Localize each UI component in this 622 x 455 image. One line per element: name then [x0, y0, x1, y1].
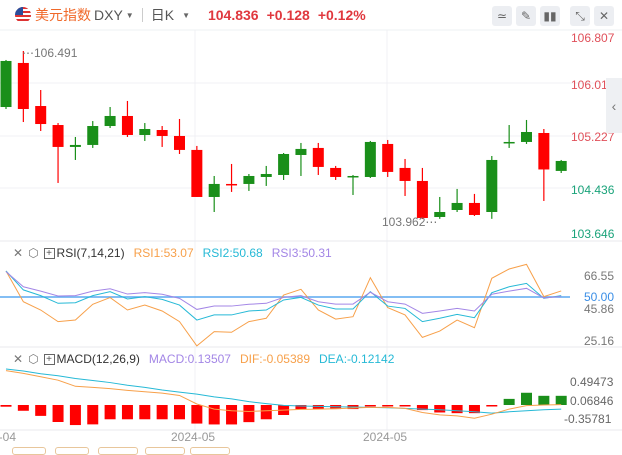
- candle-down: [416, 180, 428, 218]
- candle-down: [226, 183, 238, 186]
- rsi1-legend: RSI1:53.07: [133, 246, 194, 260]
- price-axis-label: 106.807: [571, 31, 615, 45]
- rsi2-legend: RSI2:50.68: [202, 246, 263, 260]
- macd-bar: [434, 405, 446, 413]
- candle-down: [312, 147, 324, 167]
- macd-header: ✕ ⬡ + MACD(12,26,9) MACD:0.13507 DIF:-0.…: [13, 352, 394, 366]
- candle-up: [364, 141, 376, 177]
- rsi-header: ✕ ⬡ + RSI(7,14,21) RSI1:53.07 RSI2:50.68…: [13, 246, 332, 260]
- candle-down: [17, 62, 29, 110]
- macd-axis-label: -0.35781: [564, 412, 612, 426]
- candle-up: [243, 175, 255, 184]
- candle-up: [0, 60, 12, 108]
- candle-up: [139, 129, 151, 135]
- bottom-button[interactable]: [190, 447, 230, 455]
- candle-down: [538, 132, 550, 170]
- macd-bar: [451, 405, 463, 414]
- rsi-line-rsi1: [5, 263, 562, 347]
- macd-bar: [69, 405, 81, 426]
- macd-bar: [17, 405, 29, 411]
- candle-down: [468, 202, 480, 215]
- macd-bar: [35, 405, 47, 416]
- expand-icon[interactable]: +: [43, 247, 55, 259]
- settings-icon[interactable]: ⬡: [28, 246, 38, 260]
- dif-legend: DIF:-0.05389: [239, 352, 311, 366]
- bottom-button[interactable]: [12, 447, 46, 455]
- macd-bar: [0, 405, 12, 407]
- rsi3-legend: RSI3:50.31: [271, 246, 332, 260]
- macd-bar: [312, 405, 324, 410]
- macd-bar: [121, 405, 133, 420]
- macd-bar: [226, 405, 238, 425]
- bottom-button[interactable]: [98, 447, 138, 455]
- macd-axis-label: 0.06846: [570, 394, 614, 408]
- candle-up: [208, 183, 220, 197]
- price-axis-label: 103.646: [571, 227, 615, 241]
- chart-canvas[interactable]: ⋯106.491103.962⋯106.807106.017105.227104…: [0, 0, 622, 452]
- macd-bar: [486, 405, 498, 407]
- candle-down: [52, 125, 64, 147]
- bottom-button[interactable]: [145, 447, 185, 455]
- candle-down: [382, 143, 394, 172]
- candle-down: [330, 167, 342, 177]
- candle-up: [451, 202, 463, 210]
- candle-up: [486, 159, 498, 212]
- bottom-button[interactable]: [55, 447, 89, 455]
- candle-up: [347, 175, 359, 178]
- x-axis-label: 4-04: [0, 430, 16, 444]
- macd-axis-label: 0.49473: [570, 375, 614, 389]
- macd-bar: [260, 405, 272, 420]
- macd-bar: [364, 405, 376, 407]
- candle-down: [399, 167, 411, 181]
- macd-bar: [382, 405, 394, 407]
- macd-bar: [538, 395, 550, 405]
- candle-up: [555, 160, 567, 171]
- rsi-title: RSI(7,14,21): [56, 246, 125, 260]
- macd-title: MACD(12,26,9): [56, 352, 140, 366]
- x-axis-label: 2024-05: [171, 430, 215, 444]
- macd-bar: [191, 405, 203, 424]
- rsi-axis-label: 45.86: [584, 302, 614, 316]
- candle-down: [191, 149, 203, 197]
- min-price-label: 103.962⋯: [382, 215, 437, 229]
- candle-up: [503, 141, 515, 144]
- macd-bar: [139, 405, 151, 420]
- macd-bar: [555, 395, 567, 405]
- macd-bar: [156, 405, 168, 420]
- close-icon[interactable]: ✕: [13, 246, 23, 260]
- settings-icon[interactable]: ⬡: [28, 352, 38, 366]
- macd-bar: [503, 398, 515, 405]
- macd-bar: [399, 405, 411, 407]
- candle-up: [295, 148, 307, 155]
- rsi-axis-label: 66.55: [584, 269, 614, 283]
- expand-icon[interactable]: +: [43, 353, 55, 365]
- rsi-axis-label: 25.16: [584, 334, 614, 348]
- candle-up: [521, 131, 532, 142]
- macd-bar: [52, 405, 64, 422]
- macd-bar: [174, 405, 185, 420]
- max-price-label: ⋯106.491: [22, 46, 78, 60]
- macd-bar: [521, 392, 532, 405]
- dea-legend: DEA:-0.12142: [319, 352, 395, 366]
- x-axis-label: 2024-05: [363, 430, 407, 444]
- candle-down: [35, 106, 47, 125]
- candle-up: [87, 126, 99, 145]
- candle-down: [156, 130, 168, 136]
- candle-up: [69, 144, 81, 147]
- candle-up: [260, 173, 272, 177]
- candle-down: [174, 135, 185, 150]
- chevron-left-icon[interactable]: ‹: [606, 78, 622, 133]
- candle-down: [121, 115, 133, 135]
- macd-bar: [243, 405, 255, 423]
- macd-bar: [87, 405, 99, 425]
- macd-legend: MACD:0.13507: [148, 352, 231, 366]
- macd-bar: [104, 405, 116, 420]
- candle-up: [278, 153, 290, 175]
- candle-up: [104, 115, 116, 127]
- price-axis-label: 104.436: [571, 183, 615, 197]
- close-icon[interactable]: ✕: [13, 352, 23, 366]
